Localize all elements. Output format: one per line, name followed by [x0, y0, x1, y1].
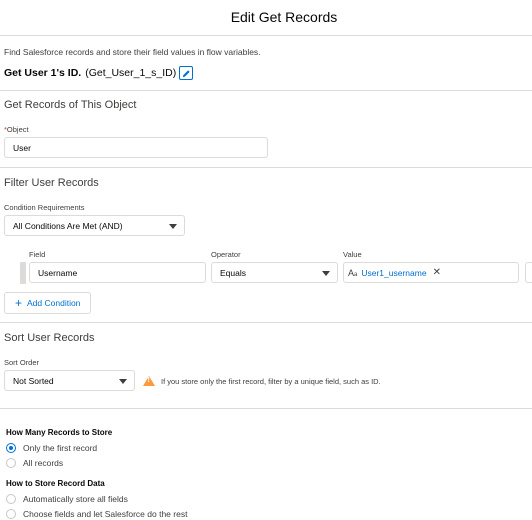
- condition-row-handle: [20, 262, 26, 284]
- how-store-title: How to Store Record Data: [6, 479, 105, 488]
- value-column-label: Value: [343, 250, 362, 259]
- object-input[interactable]: User: [4, 137, 268, 158]
- element-label: Get User 1's ID.: [4, 67, 82, 79]
- radio-icon[interactable]: [6, 509, 16, 519]
- divider: [0, 167, 532, 168]
- sort-order-label: Sort Order: [4, 358, 40, 367]
- radio-all-records[interactable]: All records: [6, 458, 63, 468]
- radio-choose-fields[interactable]: Choose fields and let Salesforce do the …: [6, 509, 187, 519]
- add-condition-button[interactable]: + Add Condition: [4, 292, 92, 314]
- how-many-title: How Many Records to Store: [6, 428, 113, 437]
- object-label: *Object: [4, 125, 29, 134]
- divider: [0, 408, 532, 409]
- text-resource-icon: Aa: [348, 267, 358, 278]
- warning-icon: [143, 376, 155, 386]
- chevron-down-icon: [322, 271, 330, 276]
- sort-warning: If you store only the first record, filt…: [143, 376, 381, 386]
- modal-header: Edit Get Records: [0, 0, 532, 36]
- chevron-down-icon: [169, 224, 177, 229]
- modal-title: Edit Get Records: [230, 9, 338, 25]
- radio-icon[interactable]: [6, 494, 16, 504]
- condition-operator-select[interactable]: Equals: [211, 262, 338, 283]
- condition-value-input[interactable]: Aa User1_username ✕: [343, 262, 519, 283]
- element-api-name: (Get_User_1_s_ID): [85, 67, 177, 79]
- value-pill: User1_username: [361, 267, 427, 278]
- radio-store-all-fields[interactable]: Automatically store all fields: [6, 494, 128, 504]
- divider: [0, 90, 532, 91]
- radio-only-first-record[interactable]: Only the first record: [6, 443, 97, 453]
- radio-icon[interactable]: [6, 458, 16, 468]
- condition-requirements-select[interactable]: All Conditions Are Met (AND): [4, 215, 185, 236]
- field-column-label: Field: [29, 250, 46, 259]
- radio-selected-icon[interactable]: [6, 443, 16, 453]
- condition-requirements-label: Condition Requirements: [4, 203, 85, 212]
- edit-element-button[interactable]: [179, 66, 194, 80]
- condition-row-overflow: [525, 262, 532, 283]
- pencil-icon: [182, 69, 190, 77]
- chevron-down-icon: [119, 379, 127, 384]
- filter-section-title: Filter User Records: [4, 177, 99, 189]
- object-section-title: Get Records of This Object: [4, 99, 137, 111]
- operator-column-label: Operator: [211, 250, 241, 259]
- condition-field-input[interactable]: Username: [29, 262, 206, 283]
- element-description: Find Salesforce records and store their …: [4, 47, 261, 57]
- close-icon[interactable]: ✕: [433, 267, 441, 278]
- element-name-row: Get User 1's ID. (Get_User_1_s_ID): [4, 66, 194, 80]
- plus-icon: +: [15, 296, 23, 310]
- divider: [0, 322, 532, 323]
- sort-section-title: Sort User Records: [4, 332, 95, 344]
- sort-order-select[interactable]: Not Sorted: [4, 370, 135, 391]
